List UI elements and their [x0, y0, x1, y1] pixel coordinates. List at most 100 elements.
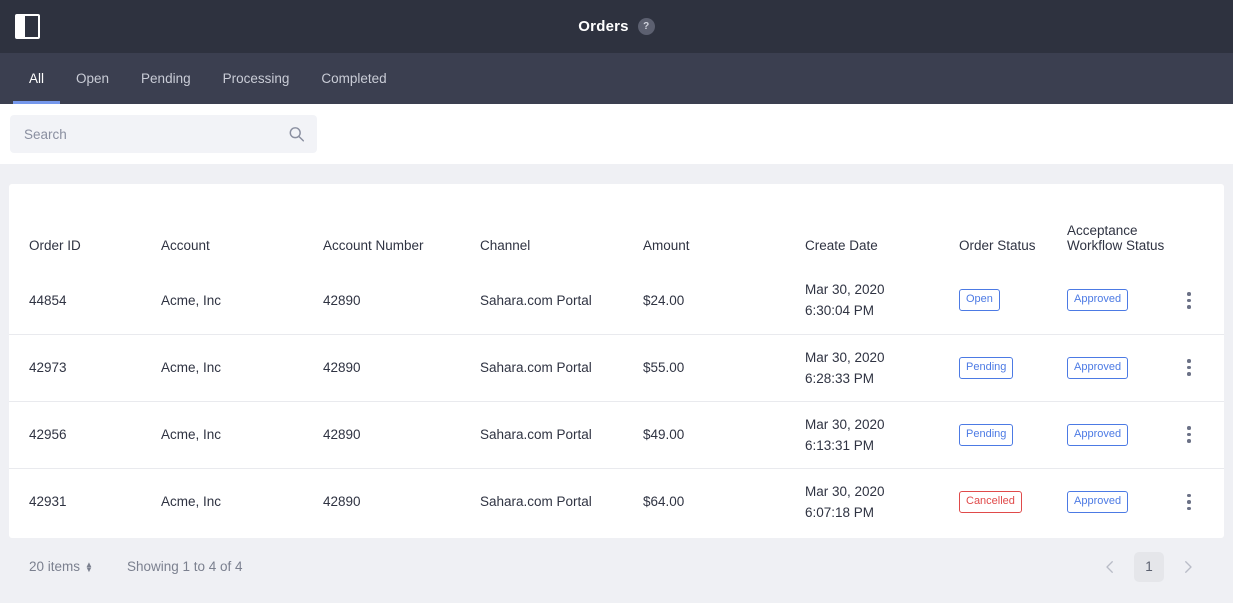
pagination: 1 — [1096, 551, 1202, 582]
table-footer: 20 items ▲ ▼ Showing 1 to 4 of 4 1 — [9, 538, 1224, 595]
tab-pending[interactable]: Pending — [125, 53, 207, 104]
table-row[interactable]: 42956 Acme, Inc 42890 Sahara.com Portal … — [9, 400, 1224, 468]
page-content: Order ID Account Account Number Channel … — [0, 164, 1233, 603]
search-icon[interactable] — [288, 126, 305, 143]
search-field-wrapper — [10, 115, 317, 153]
column-header-order-status[interactable]: Order Status — [959, 184, 1067, 267]
kebab-menu-icon[interactable] — [1179, 359, 1199, 376]
orders-table-card: Order ID Account Account Number Channel … — [9, 184, 1224, 538]
cell-workflow-status: Approved — [1067, 467, 1179, 535]
cell-order-id: 42956 — [9, 400, 161, 468]
items-per-page-selector[interactable]: 20 items ▲ ▼ — [29, 559, 93, 574]
cell-account-number: 42890 — [323, 467, 480, 535]
column-header-amount[interactable]: Amount — [643, 184, 805, 267]
page-number-1[interactable]: 1 — [1134, 551, 1164, 582]
status-badge: Cancelled — [959, 490, 1022, 513]
cell-order-id: 42931 — [9, 467, 161, 535]
column-header-actions — [1179, 184, 1224, 267]
cell-actions — [1179, 333, 1224, 401]
kebab-menu-icon[interactable] — [1179, 292, 1199, 309]
create-date-time: 6:13:31 PM — [805, 437, 875, 453]
tab-completed[interactable]: Completed — [305, 53, 402, 104]
status-badge: Pending — [959, 423, 1014, 446]
cell-create-date: Mar 30, 2020 6:13:31 PM — [805, 400, 959, 468]
cell-account: Acme, Inc — [161, 467, 323, 535]
workflow-status-badge: Approved — [1067, 356, 1129, 379]
create-date-date: Mar 30, 2020 — [805, 349, 885, 365]
workflow-status-badge: Approved — [1067, 289, 1129, 312]
cell-amount: $49.00 — [643, 400, 805, 468]
cell-account-number: 42890 — [323, 400, 480, 468]
cell-amount: $64.00 — [643, 467, 805, 535]
tab-completed-label: Completed — [321, 71, 387, 86]
cell-amount: $24.00 — [643, 292, 685, 308]
tab-pending-label: Pending — [141, 71, 191, 86]
cell-actions — [1179, 467, 1224, 535]
search-input[interactable] — [10, 115, 317, 153]
tab-open-label: Open — [76, 71, 110, 86]
tab-all[interactable]: All — [13, 53, 61, 104]
tab-processing[interactable]: Processing — [207, 53, 306, 104]
cell-create-date: Mar 30, 2020 6:30:04 PM — [805, 267, 959, 334]
cell-actions — [1179, 400, 1224, 468]
column-header-channel[interactable]: Channel — [480, 184, 643, 267]
cell-order-status: Pending — [959, 400, 1067, 468]
tab-bar: All Open Pending Processing Completed — [0, 53, 1233, 104]
cell-account-number: 42890 — [323, 333, 480, 401]
help-icon[interactable]: ? — [637, 18, 655, 35]
table-body: 44854 Acme, Inc 42890 Sahara.com Portal … — [9, 267, 1224, 535]
app-header: Orders ? — [0, 0, 1233, 53]
table-header-row: Order ID Account Account Number Channel … — [9, 184, 1224, 267]
cell-channel: Sahara.com Portal — [480, 333, 643, 401]
create-date-time: 6:07:18 PM — [805, 504, 875, 520]
workflow-status-badge: Approved — [1067, 423, 1129, 446]
create-date-date: Mar 30, 2020 — [805, 416, 885, 432]
cell-create-date: Mar 30, 2020 6:28:33 PM — [805, 333, 959, 401]
cell-account: Acme, Inc — [161, 400, 323, 468]
column-header-order-id[interactable]: Order ID — [9, 184, 161, 267]
cell-account-number: 42890 — [323, 292, 361, 308]
sidebar-panel-icon[interactable] — [15, 14, 40, 39]
header-title-group: Orders ? — [0, 18, 1233, 35]
status-badge: Open — [959, 289, 1000, 312]
create-date-time: 6:28:33 PM — [805, 370, 875, 386]
tab-processing-label: Processing — [222, 71, 290, 86]
sort-arrows-icon: ▲ ▼ — [85, 559, 93, 574]
create-date-date: Mar 30, 2020 — [805, 483, 885, 499]
cell-workflow-status: Approved — [1067, 400, 1179, 468]
tab-all-label: All — [29, 71, 45, 86]
table-row[interactable]: 44854 Acme, Inc 42890 Sahara.com Portal … — [9, 267, 1224, 334]
orders-table: Order ID Account Account Number Channel … — [9, 184, 1224, 535]
chevron-left-icon[interactable] — [1096, 553, 1124, 581]
column-header-account[interactable]: Account — [161, 184, 323, 267]
cell-order-status: Pending — [959, 333, 1067, 401]
cell-order-status: Open — [959, 267, 1067, 334]
create-date-date: Mar 30, 2020 — [805, 282, 885, 298]
table-row[interactable]: 42931 Acme, Inc 42890 Sahara.com Portal … — [9, 467, 1224, 535]
column-header-acceptance-workflow-status[interactable]: Acceptance Workflow Status — [1067, 184, 1179, 267]
table-row[interactable]: 42973 Acme, Inc 42890 Sahara.com Portal … — [9, 333, 1224, 401]
cell-create-date: Mar 30, 2020 6:07:18 PM — [805, 467, 959, 535]
table-header: Order ID Account Account Number Channel … — [9, 184, 1224, 267]
items-count-label: 20 items — [29, 559, 81, 574]
cell-actions — [1179, 267, 1224, 334]
column-header-create-date[interactable]: Create Date — [805, 184, 959, 267]
kebab-menu-icon[interactable] — [1179, 493, 1199, 510]
cell-workflow-status: Approved — [1067, 267, 1179, 334]
cell-channel: Sahara.com Portal — [480, 400, 643, 468]
showing-range-label: Showing 1 to 4 of 4 — [126, 559, 243, 574]
status-badge: Pending — [959, 356, 1014, 379]
create-date-time: 6:30:04 PM — [805, 303, 875, 319]
tab-open[interactable]: Open — [60, 53, 125, 104]
cell-order-id: 44854 — [29, 292, 67, 308]
cell-channel: Sahara.com Portal — [480, 467, 643, 535]
cell-account: Acme, Inc — [161, 292, 222, 308]
cell-order-id: 42973 — [9, 333, 161, 401]
kebab-menu-icon[interactable] — [1179, 426, 1199, 443]
cell-workflow-status: Approved — [1067, 333, 1179, 401]
column-header-account-number[interactable]: Account Number — [323, 184, 480, 267]
chevron-right-icon[interactable] — [1174, 553, 1202, 581]
cell-order-status: Cancelled — [959, 467, 1067, 535]
cell-amount: $55.00 — [643, 333, 805, 401]
cell-account: Acme, Inc — [161, 333, 323, 401]
